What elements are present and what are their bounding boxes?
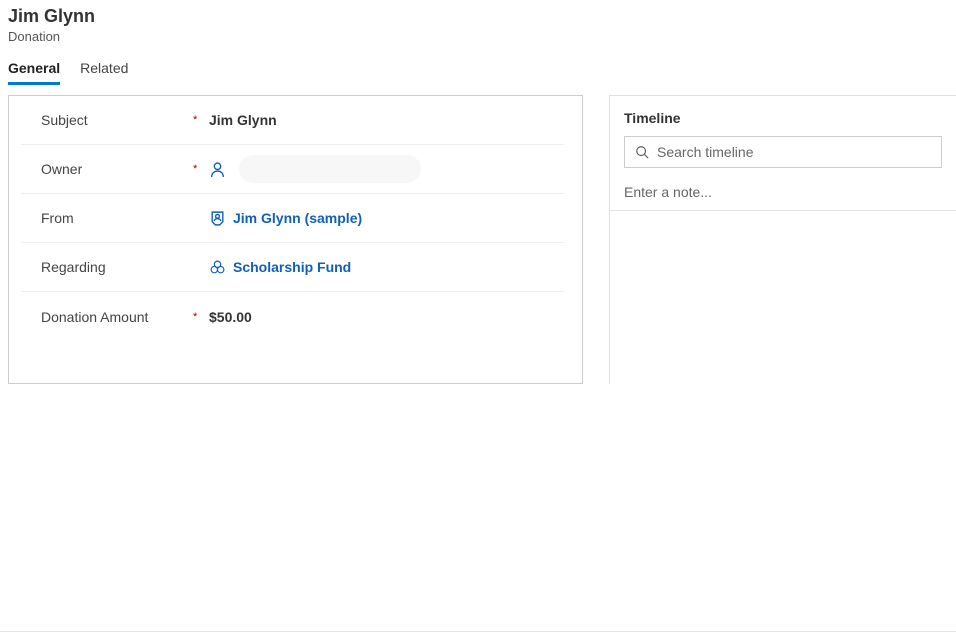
label-regarding: Regarding <box>41 259 193 275</box>
campaign-icon <box>209 259 226 276</box>
label-subject: Subject <box>41 112 193 128</box>
value-donation-amount: $50.00 <box>209 309 252 325</box>
timeline-panel: Timeline Enter a note... <box>609 95 956 384</box>
owner-value-pill <box>239 155 421 183</box>
required-marker: * <box>193 114 203 126</box>
value-regarding[interactable]: Scholarship Fund <box>209 259 351 276</box>
value-owner <box>209 155 421 183</box>
field-regarding[interactable]: Regarding Scholarship Fund <box>21 243 564 292</box>
field-donation-amount[interactable]: Donation Amount * $50.00 <box>21 292 564 341</box>
contact-icon <box>209 210 226 227</box>
tab-general[interactable]: General <box>8 60 60 85</box>
timeline-search-input[interactable] <box>657 144 931 160</box>
value-from[interactable]: Jim Glynn (sample) <box>209 210 362 227</box>
value-from-text: Jim Glynn (sample) <box>233 210 362 226</box>
label-from: From <box>41 210 193 226</box>
form-panel: Subject * Jim Glynn Owner * From <box>8 95 583 384</box>
tab-related[interactable]: Related <box>80 60 128 85</box>
timeline-enter-note[interactable]: Enter a note... <box>610 176 956 211</box>
value-regarding-text: Scholarship Fund <box>233 259 351 275</box>
search-icon <box>635 145 649 159</box>
form-tabs: General Related <box>0 46 956 85</box>
field-owner[interactable]: Owner * <box>21 145 564 194</box>
field-subject[interactable]: Subject * Jim Glynn <box>21 96 564 145</box>
label-donation-amount: Donation Amount <box>41 309 193 325</box>
record-entity-name: Donation <box>8 29 948 44</box>
timeline-search[interactable] <box>624 136 942 168</box>
record-title: Jim Glynn <box>8 6 948 27</box>
timeline-title: Timeline <box>610 96 956 136</box>
required-marker: * <box>193 311 203 323</box>
required-marker: * <box>193 163 203 175</box>
field-from[interactable]: From Jim Glynn (sample) <box>21 194 564 243</box>
label-owner: Owner <box>41 161 193 177</box>
person-icon <box>209 161 226 178</box>
value-subject: Jim Glynn <box>209 112 277 128</box>
